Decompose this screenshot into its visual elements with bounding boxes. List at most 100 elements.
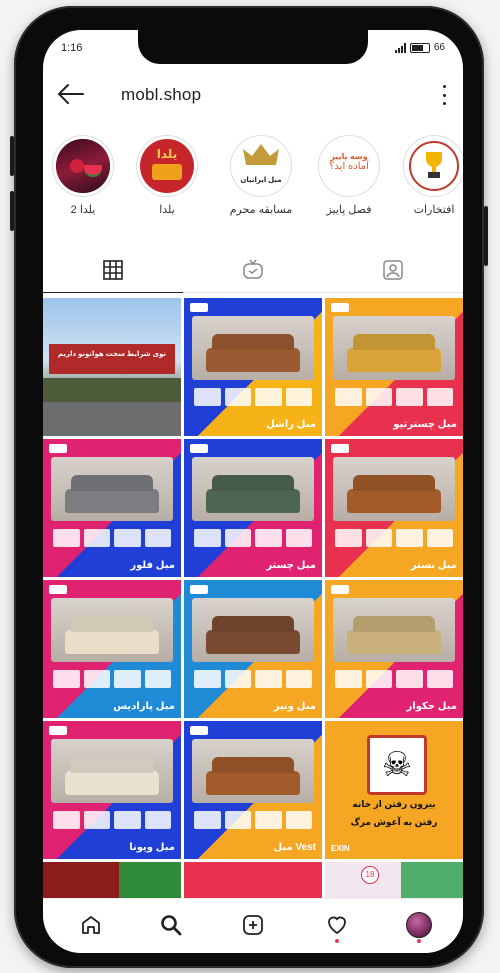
highlight-title: مبل ایرانیان bbox=[240, 177, 282, 184]
brand-logo bbox=[190, 444, 208, 453]
age-badge: 18 bbox=[361, 866, 379, 884]
billboard-caption: نوی شرایط سخت هوانونو داریم bbox=[57, 351, 167, 358]
sofa-photo bbox=[333, 457, 455, 521]
highlight-cover: مبل ایرانیان bbox=[230, 135, 292, 197]
highlight-1[interactable]: وسه پاییز آماده اید؟ فصل پاییز bbox=[309, 135, 389, 216]
trophy-icon bbox=[409, 141, 459, 191]
post-tile[interactable]: مبل راشل bbox=[184, 298, 322, 436]
tagged-person-icon bbox=[383, 260, 403, 280]
highlight-0[interactable]: افتخارات bbox=[394, 135, 463, 216]
post-tile[interactable]: مبل فلور bbox=[43, 439, 181, 577]
highlight-2[interactable]: مبل ایرانیان مسابقه محرم bbox=[221, 135, 301, 216]
product-name: مبل پارادیس bbox=[113, 701, 175, 712]
sofa-shape bbox=[347, 348, 441, 372]
highlight-label: فصل پاییز bbox=[326, 204, 372, 216]
profile-avatar[interactable] bbox=[399, 905, 439, 945]
post-tile[interactable]: ☠ بیرون رفتن از خانه رفتن به آغوش مرگ EXIN bbox=[325, 721, 463, 859]
highlight-4[interactable]: یلدا 2 bbox=[43, 135, 123, 216]
road bbox=[43, 402, 181, 436]
sofa-photo bbox=[333, 316, 455, 380]
search-icon[interactable] bbox=[151, 905, 191, 945]
battery-icon bbox=[409, 42, 430, 53]
product-name: مبل Vest bbox=[273, 842, 316, 853]
sofa-photo bbox=[51, 457, 173, 521]
highlight-image: وسه پاییز آماده اید؟ bbox=[322, 139, 376, 193]
post-tile[interactable]: مبل Vest bbox=[184, 721, 322, 859]
post-tile[interactable] bbox=[184, 862, 322, 898]
new-post-icon[interactable] bbox=[233, 905, 273, 945]
notification-dot bbox=[417, 939, 421, 943]
post-tile[interactable]: مبل چستر bbox=[184, 439, 322, 577]
sofa-shape bbox=[206, 771, 300, 795]
warning-line-1: بیرون رفتن از خانه bbox=[352, 799, 436, 809]
billboard-sign bbox=[49, 344, 175, 374]
highlight-cover bbox=[52, 135, 114, 197]
reels-tab[interactable] bbox=[183, 248, 323, 292]
highlight-image: یلدا bbox=[140, 139, 194, 193]
highlight-title: آماده اید؟ bbox=[329, 161, 369, 172]
status-icons: 66 bbox=[394, 42, 445, 53]
sofa-photo bbox=[192, 739, 314, 803]
post-tile[interactable]: مبل چسترتیو bbox=[325, 298, 463, 436]
post-tile[interactable]: نوی شرایط سخت هوانونو داریم bbox=[43, 298, 181, 436]
post-image: مبل ویونا bbox=[43, 721, 181, 859]
more-options-icon[interactable] bbox=[441, 85, 447, 105]
post-tile[interactable]: مبل پارادیس bbox=[43, 580, 181, 718]
avatar bbox=[406, 912, 432, 938]
post-image: مبل چستر bbox=[184, 439, 322, 577]
pomegranate-icon bbox=[70, 159, 84, 173]
post-image: مبل نستر bbox=[325, 439, 463, 577]
highlight-3[interactable]: یلدا یلدا bbox=[127, 135, 207, 216]
back-arrow-icon[interactable] bbox=[55, 81, 85, 107]
post-tile[interactable]: 18 bbox=[325, 862, 463, 898]
post-image: ☠ بیرون رفتن از خانه رفتن به آغوش مرگ EXIN bbox=[325, 721, 463, 859]
product-name: مبل نستر bbox=[410, 560, 457, 571]
status-time: 1:16 bbox=[61, 42, 83, 54]
highlight-label: یلدا 2 bbox=[70, 204, 96, 216]
sofa-shape bbox=[65, 489, 159, 513]
feature-icons bbox=[335, 670, 453, 688]
post-image: مبل راشل bbox=[184, 298, 322, 436]
gift-box-icon bbox=[152, 164, 182, 180]
battery-level: 66 bbox=[433, 42, 445, 53]
trees bbox=[43, 378, 181, 402]
profile-username: mobl.shop bbox=[121, 85, 202, 104]
activity-heart-icon[interactable] bbox=[317, 905, 357, 945]
feature-icons bbox=[53, 670, 171, 688]
highlight-cover: یلدا bbox=[136, 135, 198, 197]
product-name: مبل ونیز bbox=[273, 701, 316, 712]
story-highlights: افتخارات وسه پاییز آماده اید؟ فصل پاییز مبل … bbox=[43, 135, 463, 235]
brand-logo bbox=[331, 444, 349, 453]
product-name: مبل فلور bbox=[130, 560, 175, 571]
highlight-label: افتخارات bbox=[413, 204, 455, 216]
feature-icons bbox=[194, 670, 312, 688]
post-image: مبل چسترتیو bbox=[325, 298, 463, 436]
post-tile[interactable]: مبل نستر bbox=[325, 439, 463, 577]
tagged-tab[interactable] bbox=[323, 248, 463, 292]
brand-logo bbox=[331, 585, 349, 594]
crown-logo-icon bbox=[243, 144, 279, 165]
grid-tab[interactable] bbox=[43, 248, 183, 293]
sofa-photo bbox=[192, 457, 314, 521]
notification-dot bbox=[335, 939, 339, 943]
sofa-shape bbox=[206, 630, 300, 654]
feature-icons bbox=[194, 529, 312, 547]
post-tile[interactable]: مبل ونیز bbox=[184, 580, 322, 718]
post-tile[interactable] bbox=[43, 862, 181, 898]
sofa-shape bbox=[65, 630, 159, 654]
feature-icons bbox=[53, 811, 171, 829]
grid-icon bbox=[103, 260, 123, 280]
feature-icons bbox=[194, 388, 312, 406]
highlight-image bbox=[56, 139, 110, 193]
post-tile[interactable]: مبل جکوار bbox=[325, 580, 463, 718]
post-image: مبل فلور bbox=[43, 439, 181, 577]
feature-icons bbox=[335, 529, 453, 547]
home-icon[interactable] bbox=[71, 905, 111, 945]
skull-crossbones-icon: ☠ bbox=[367, 735, 427, 795]
post-image: مبل Vest bbox=[184, 721, 322, 859]
post-image bbox=[184, 862, 322, 898]
highlight-subtitle: وسه پاییز bbox=[330, 152, 368, 161]
post-tile[interactable]: مبل ویونا bbox=[43, 721, 181, 859]
sofa-photo bbox=[333, 598, 455, 662]
sofa-photo bbox=[51, 739, 173, 803]
